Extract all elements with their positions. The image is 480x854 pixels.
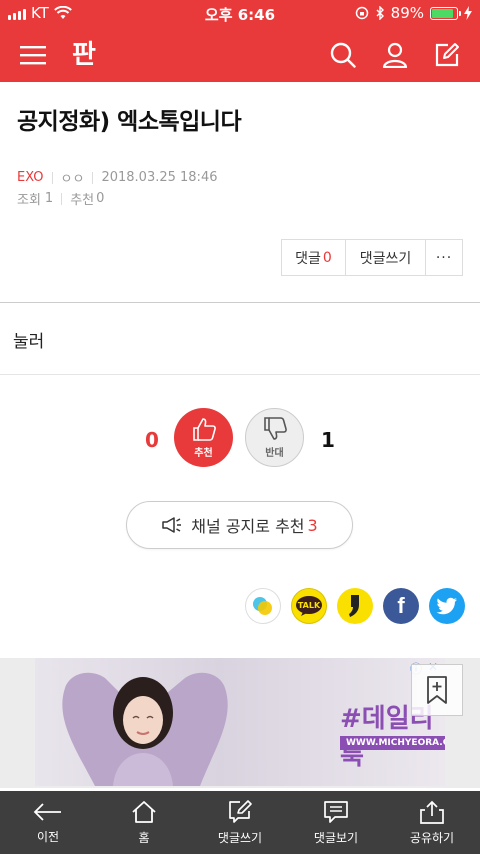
recommend-count: 0 [96,191,105,206]
home-icon [132,800,156,823]
ad-url: WWW.MICHYEORA.COM [340,736,445,750]
channel-link[interactable]: EXO [17,170,44,185]
page: KT 오후 6:46 89% 판 공지정화) 엑소톡입니다 EXO ㅇㅇ 201… [0,0,480,854]
recommend-label: 추천 [70,193,95,208]
twitter-icon [436,597,457,615]
ad-banner[interactable]: #데일리룩 WWW.MICHYEORA.COM [0,658,480,788]
meta-divider [51,171,53,184]
bluetooth-icon [376,6,384,20]
share-kakaostory-button[interactable] [245,588,281,624]
ad-image: #데일리룩 WWW.MICHYEORA.COM [35,658,445,786]
battery-percent: 89% [390,4,424,22]
comment-count: 0 [322,249,332,266]
share-icon [420,800,444,824]
share-twitter-button[interactable] [429,588,465,624]
bookmark-add-icon [427,676,447,704]
channel-notice-label: 채널 공지로 추천 [191,517,305,536]
talk-text: TALK [298,601,321,610]
arrow-left-icon [33,802,61,821]
nav-write-comment-label: 댓글쓰기 [217,830,263,845]
article-stats: 조회 1 추천 0 [17,189,104,208]
upvote-label: 추천 [194,448,213,459]
views-count: 1 [44,191,54,206]
nav-view-comments[interactable]: 댓글보기 [288,791,384,854]
share-kakaotalk-button[interactable]: TALK [291,588,327,624]
comment-label: 댓글 [295,250,321,267]
divider [0,302,480,303]
kakaostory-icon [253,597,272,615]
profile-button[interactable] [378,38,412,72]
app-header: 판 [0,28,480,82]
article-action-bar: 댓글 0 댓글쓰기 ··· [281,239,463,276]
battery-icon [430,6,461,20]
status-right: 89% [355,4,472,22]
bottom-nav: 이전 홈 댓글쓰기 댓글보기 공유하기 [0,791,480,854]
kakao-comma-icon [349,595,359,617]
write-button[interactable] [430,38,464,72]
logo-text: 판 [72,40,96,70]
write-comment-icon [229,799,252,823]
more-button[interactable]: ··· [426,240,462,275]
megaphone-icon [162,517,182,533]
channel-notice-recommend-button[interactable]: 채널 공지로 추천 3 [126,501,353,549]
edit-icon [435,43,459,67]
thumbs-down-icon [263,417,287,440]
write-comment-button[interactable]: 댓글쓰기 [346,240,426,275]
search-button[interactable] [326,38,360,72]
nav-view-comments-label: 댓글보기 [313,830,359,845]
share-facebook-button[interactable]: f [383,588,419,624]
author-name[interactable]: ㅇㅇ [61,168,85,187]
post-date: 2018.03.25 18:46 [101,170,218,185]
thumbs-up-icon [192,418,216,441]
nav-share-label: 공유하기 [409,830,455,845]
battery-fill [432,8,454,18]
user-icon [382,42,408,68]
meta-divider [92,171,94,184]
nav-back-label: 이전 [36,829,60,844]
bookmark-button[interactable] [411,664,463,716]
downvote-button[interactable]: 반대 [245,408,304,467]
menu-icon [20,46,46,65]
article-body: 눌러 [13,332,45,352]
menu-button[interactable] [16,38,50,72]
nav-back[interactable]: 이전 [0,791,96,854]
divider [0,374,480,375]
share-kakao-button[interactable] [337,588,373,624]
article-title: 공지정화) 엑소톡입니다 [17,109,242,135]
view-comment-icon [324,800,348,823]
status-bar: KT 오후 6:46 89% [0,0,480,28]
downvote-label: 반대 [265,448,284,459]
rotation-lock-icon [355,6,368,20]
facebook-icon: f [397,593,405,618]
search-icon [330,42,356,68]
nav-home-label: 홈 [138,830,150,845]
downvote-count: 1 [321,428,335,452]
channel-notice-count: 3 [307,515,318,535]
meta-divider [61,192,63,205]
comment-count-button[interactable]: 댓글 0 [282,240,346,275]
upvote-button[interactable]: 추천 [174,408,233,467]
nav-share[interactable]: 공유하기 [384,791,480,854]
article-meta: EXO ㅇㅇ 2018.03.25 18:46 [17,168,217,187]
pann-logo[interactable]: 판 [72,37,108,73]
views-label: 조회 [17,193,41,208]
ad-model-illustration [62,672,228,786]
nav-home[interactable]: 홈 [96,791,192,854]
charging-icon [464,6,472,20]
nav-write-comment[interactable]: 댓글쓰기 [192,791,288,854]
kakaotalk-icon: TALK [296,596,322,616]
upvote-count: 0 [145,428,159,452]
